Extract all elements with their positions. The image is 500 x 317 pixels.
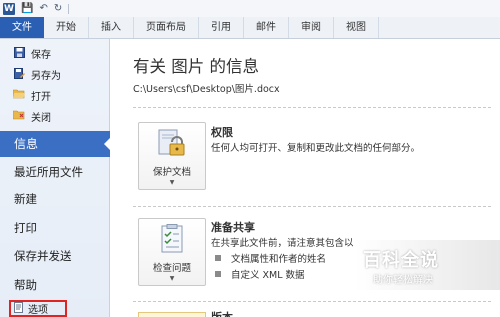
- undo-icon[interactable]: ↶: [39, 3, 47, 15]
- watermark-logo: 百科全说: [363, 250, 439, 271]
- nav-save-as-label: 另存为: [31, 71, 61, 82]
- nav-open-label: 打开: [31, 92, 51, 103]
- divider: [133, 206, 493, 207]
- permissions-desc: 任何人均可打开、复制和更改此文档的任何部分。: [211, 143, 421, 154]
- checklist-icon: [157, 224, 187, 258]
- tab-mailings[interactable]: 邮件: [244, 17, 289, 38]
- tab-file[interactable]: 文件: [0, 17, 44, 38]
- nav-save-as[interactable]: 另存为: [0, 64, 109, 85]
- bullet-icon: [215, 255, 221, 261]
- tab-references[interactable]: 引用: [199, 17, 244, 38]
- permissions-title: 权限: [211, 126, 233, 139]
- manage-versions-button[interactable]: [138, 312, 206, 317]
- nav-print[interactable]: 打印: [0, 216, 110, 240]
- nav-save[interactable]: 保存: [0, 43, 109, 64]
- quick-access-toolbar: W 💾 ↶ ↻: [0, 0, 500, 17]
- prepare-sharing-title: 准备共享: [211, 221, 255, 234]
- list-item: 自定义 XML 数据: [215, 267, 305, 281]
- nav-info[interactable]: 信息: [0, 131, 111, 157]
- versions-title: 版本: [211, 309, 233, 317]
- options-icon: [14, 301, 24, 316]
- bullet-icon: [215, 271, 221, 277]
- chevron-down-icon: ▼: [169, 179, 175, 186]
- nav-help[interactable]: 帮助: [0, 273, 110, 297]
- open-folder-icon: [12, 89, 25, 102]
- redo-icon[interactable]: ↻: [54, 3, 62, 15]
- protect-document-button[interactable]: 保护文档 ▼: [138, 122, 206, 190]
- protect-document-label: 保护文档: [152, 167, 191, 178]
- nav-save-label: 保存: [31, 50, 51, 61]
- close-folder-icon: [12, 110, 25, 123]
- list-item: 文档属性和作者的姓名: [215, 251, 326, 265]
- nav-recent[interactable]: 最近所用文件: [0, 160, 110, 184]
- tab-home[interactable]: 开始: [44, 17, 89, 38]
- check-for-issues-label: 检查问题: [152, 263, 191, 274]
- nav-open[interactable]: 打开: [0, 85, 109, 106]
- save-icon[interactable]: 💾: [21, 3, 33, 15]
- file-path: C:\Users\csf\Desktop\图片.docx: [133, 84, 280, 95]
- lock-key-icon: [156, 128, 188, 162]
- list-item-text: 文档属性和作者的姓名: [231, 254, 327, 265]
- tab-review[interactable]: 审阅: [289, 17, 334, 38]
- check-for-issues-button[interactable]: 检查问题 ▼: [138, 218, 206, 286]
- nav-save-and-send[interactable]: 保存并发送: [0, 244, 110, 268]
- save-as-icon: [13, 67, 25, 82]
- ribbon-tabs: 文件 开始 插入 页面布局 引用 邮件 审阅 视图: [0, 17, 500, 39]
- chevron-down-icon: ▼: [169, 275, 175, 282]
- divider: [133, 107, 493, 108]
- save-icon: [13, 46, 25, 61]
- nav-new[interactable]: 新建: [0, 187, 110, 211]
- list-item-text: 自定义 XML 数据: [231, 270, 305, 281]
- tab-page-layout[interactable]: 页面布局: [134, 17, 199, 38]
- tab-insert[interactable]: 插入: [89, 17, 134, 38]
- backstage-nav: 保存 另存为 打开 关闭 信息 最近所用文件 新建 打印 保存并发送 帮助 选项: [0, 39, 111, 317]
- watermark-subtitle: 助你轻松解决: [373, 275, 433, 286]
- divider: [133, 301, 493, 302]
- tab-view[interactable]: 视图: [334, 17, 379, 38]
- nav-close[interactable]: 关闭: [0, 106, 109, 127]
- toolbar-separator: [68, 3, 70, 14]
- nav-options-label: 选项: [28, 305, 48, 316]
- prepare-sharing-desc: 在共享此文件前，请注意其包含以: [211, 238, 354, 249]
- nav-close-label: 关闭: [31, 113, 51, 124]
- word-icon[interactable]: W: [3, 2, 15, 15]
- page-title: 有关 图片 的信息: [133, 57, 259, 76]
- nav-options[interactable]: 选项: [9, 300, 67, 317]
